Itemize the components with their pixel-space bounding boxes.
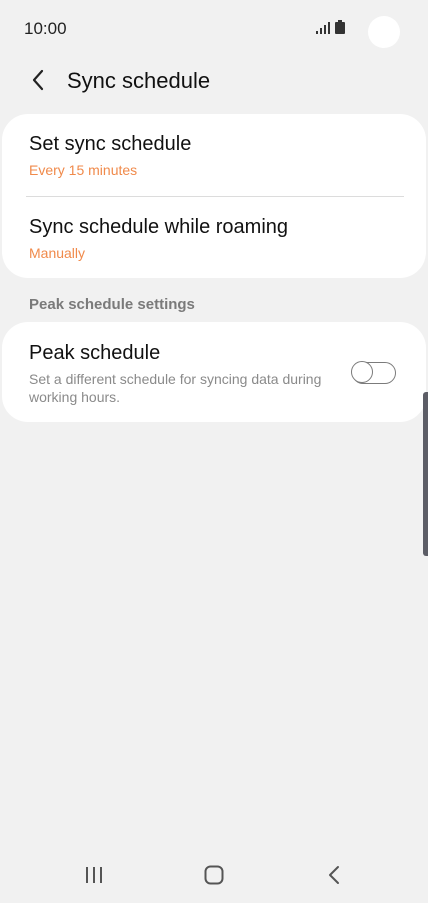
peak-schedule-toggle[interactable]: [351, 361, 396, 384]
set-sync-schedule-item[interactable]: Set sync schedule Every 15 minutes: [2, 114, 426, 196]
status-bar: 10:00: [0, 0, 428, 56]
set-sync-schedule-title: Set sync schedule: [29, 133, 192, 155]
sync-roaming-title: Sync schedule while roaming: [29, 216, 289, 238]
toggle-knob: [351, 361, 374, 384]
status-time: 10:00: [24, 19, 67, 38]
peak-schedule-title: Peak schedule: [29, 342, 161, 364]
page-title: Sync schedule: [67, 68, 211, 93]
navigation-bar: [0, 850, 428, 900]
peak-schedule-description: Set a different schedule for syncing dat…: [29, 371, 322, 405]
sync-roaming-value: Manually: [29, 245, 86, 261]
sync-settings-card: Set sync schedule Every 15 minutes Sync …: [2, 114, 426, 278]
peak-schedule-item[interactable]: Peak schedule Set a different schedule f…: [2, 322, 426, 422]
back-arrow-icon: [32, 69, 44, 91]
camera-cutout: [368, 16, 400, 48]
back-button[interactable]: [22, 64, 54, 96]
section-header-peak: Peak schedule settings: [29, 296, 195, 313]
recent-apps-icon: [86, 867, 102, 883]
battery-icon: [335, 20, 345, 34]
signal-icon: [316, 22, 330, 34]
home-icon: [204, 865, 224, 885]
peak-schedule-card: Peak schedule Set a different schedule f…: [2, 322, 426, 422]
side-scroll-handle[interactable]: [423, 392, 428, 556]
back-nav-button[interactable]: [314, 862, 354, 888]
recent-apps-button[interactable]: [74, 862, 114, 888]
set-sync-schedule-value: Every 15 minutes: [29, 162, 138, 178]
phone-screen: 10:00 Sync schedule Set sync schedule Ev…: [0, 0, 428, 903]
home-button[interactable]: [194, 862, 234, 888]
back-nav-icon: [329, 866, 339, 884]
sync-roaming-item[interactable]: Sync schedule while roaming Manually: [2, 197, 426, 278]
app-header: Sync schedule: [0, 60, 428, 102]
